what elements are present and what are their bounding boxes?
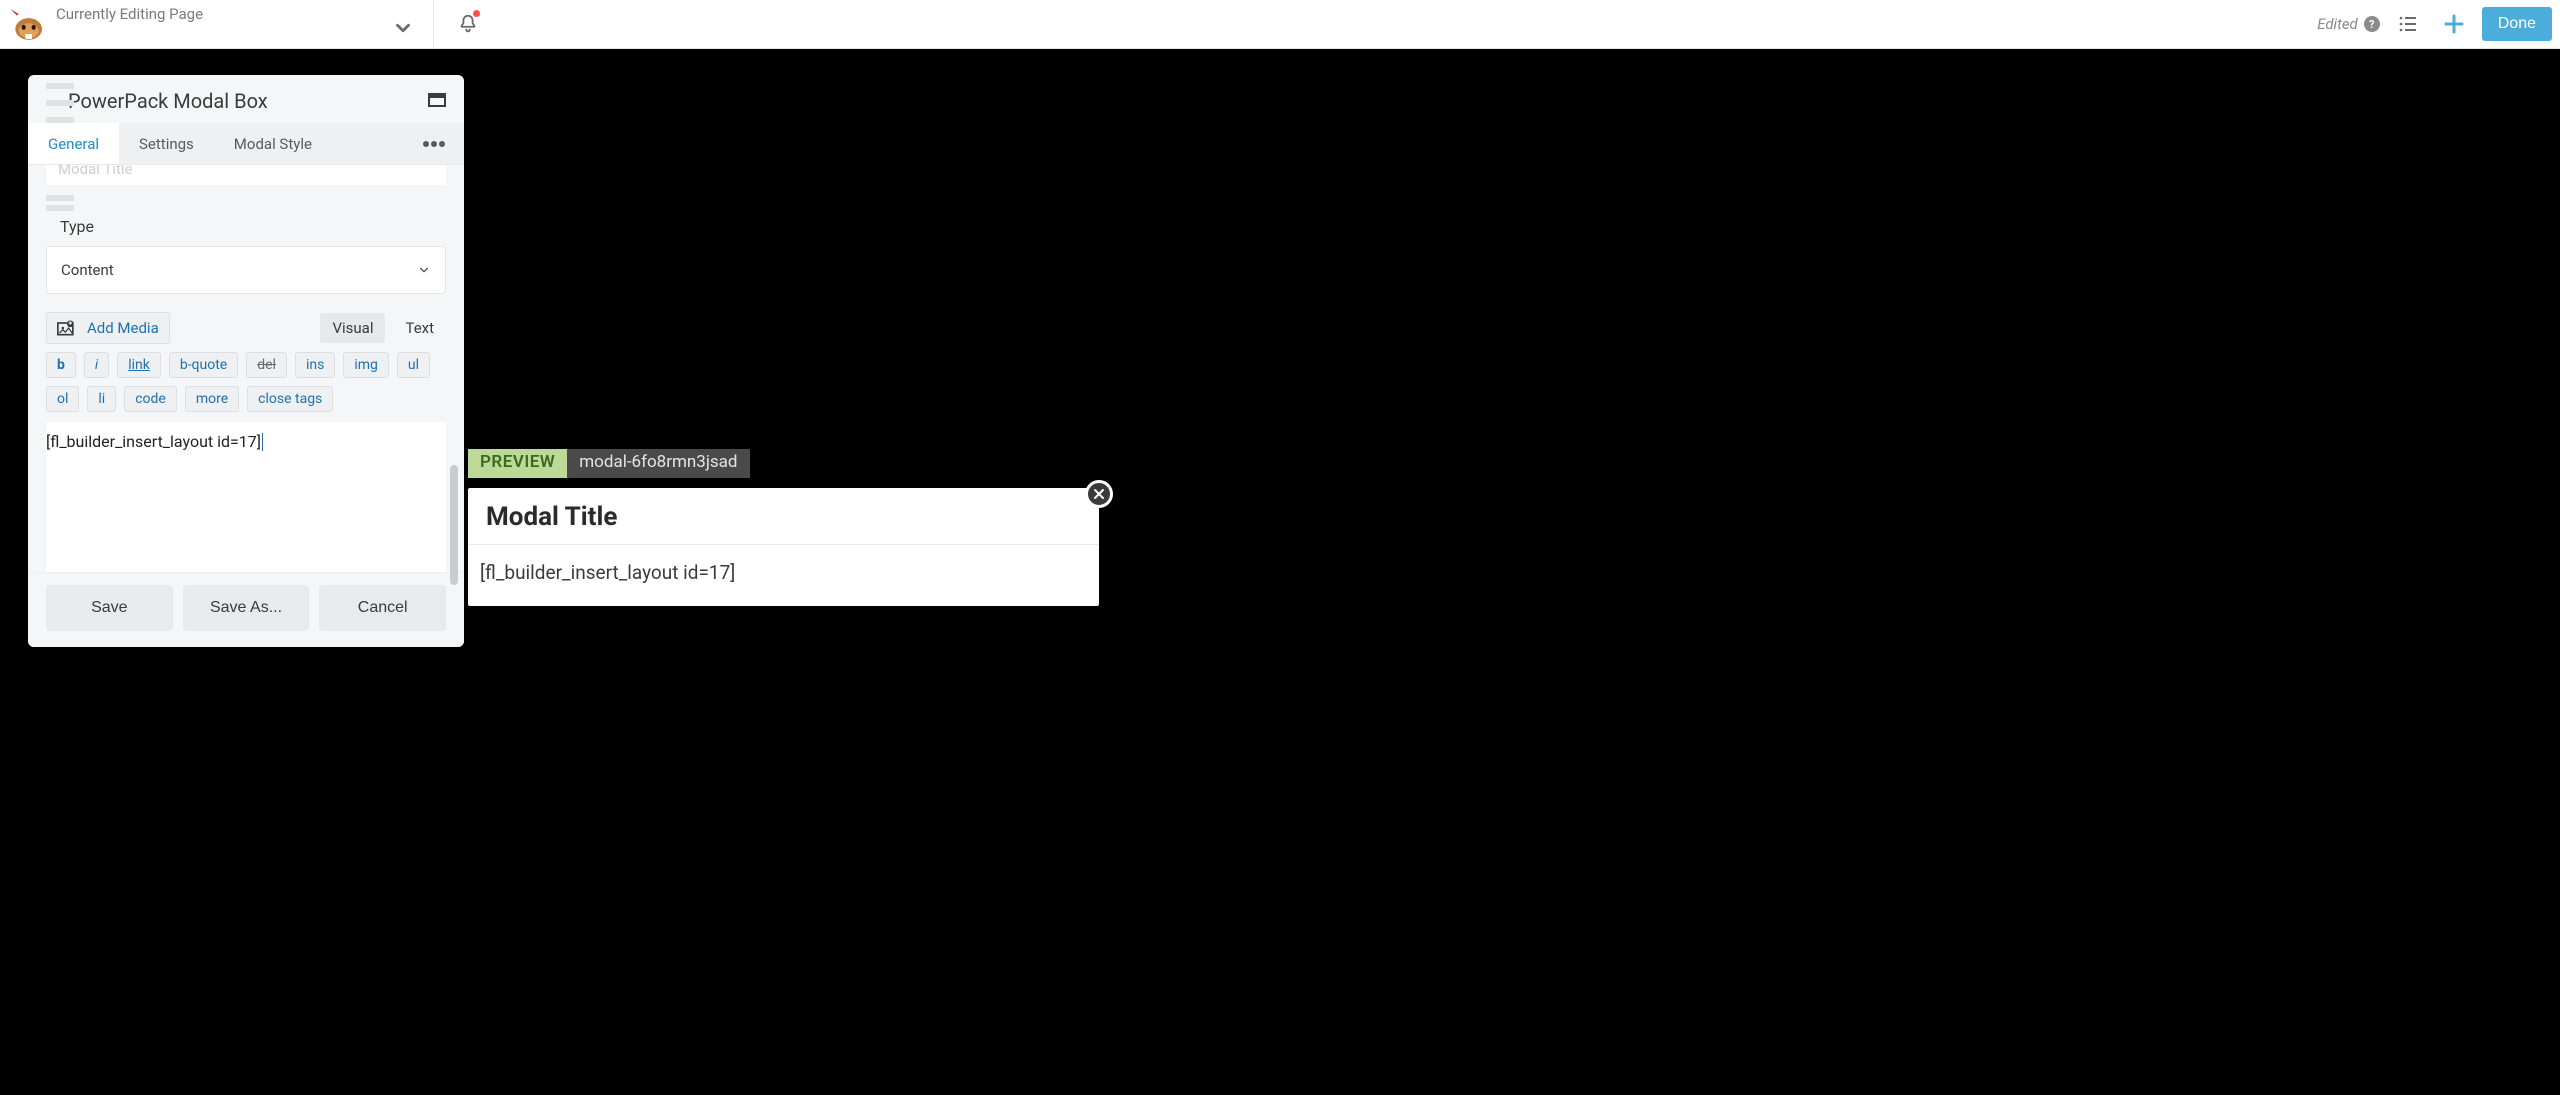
modal-close-button[interactable]: [1085, 480, 1113, 508]
qt-ul-button[interactable]: ul: [397, 352, 430, 378]
title-input-partial[interactable]: Modal Title: [46, 165, 446, 185]
add-media-button[interactable]: Add Media: [46, 312, 170, 344]
mode-text-button[interactable]: Text: [393, 313, 446, 343]
panel-scrollbar-thumb[interactable]: [450, 465, 458, 585]
modal-preview-header: Modal Title: [468, 488, 1099, 545]
close-icon: [1093, 488, 1105, 500]
topbar-left: Currently Editing Page: [0, 0, 488, 49]
qt-li-button[interactable]: li: [87, 386, 116, 412]
type-select-value: Content: [61, 261, 417, 279]
section-drag-handle[interactable]: [46, 195, 74, 211]
outline-button[interactable]: [2390, 6, 2426, 42]
modal-preview-body: [fl_builder_insert_layout id=17]: [468, 545, 1099, 606]
edited-status[interactable]: Edited ?: [2317, 15, 2380, 33]
content-editor[interactable]: [fl_builder_insert_layout id=17]: [46, 422, 446, 572]
quicktags-toolbar: b i link b-quote del ins img ul ol li co…: [46, 352, 446, 412]
add-content-button[interactable]: [2436, 6, 2472, 42]
page-dropdown-toggle[interactable]: [383, 8, 423, 48]
panel-tabs: General Settings Modal Style: [28, 123, 464, 165]
panel-footer: Save Save As... Cancel: [28, 572, 464, 647]
window-icon: [428, 93, 446, 107]
preview-badge: PREVIEW: [468, 449, 567, 478]
beaver-icon: [7, 4, 47, 44]
qt-italic-button[interactable]: i: [84, 352, 109, 378]
module-settings-panel: PowerPack Modal Box General Settings Mod…: [28, 75, 464, 647]
modal-preview: Modal Title [fl_builder_insert_layout id…: [468, 488, 1099, 606]
chevron-down-icon: [392, 17, 414, 39]
done-button[interactable]: Done: [2482, 7, 2552, 41]
qt-code-button[interactable]: code: [124, 386, 177, 412]
outline-icon: [2396, 12, 2420, 36]
qt-img-button[interactable]: img: [343, 352, 389, 378]
preview-modal-id: modal-6fo8rmn3jsad: [567, 449, 749, 478]
qt-link-button[interactable]: link: [117, 352, 161, 378]
type-section-label: Type: [60, 217, 464, 236]
ellipsis-icon: [422, 141, 446, 147]
topbar: Currently Editing Page Edited ? Done: [0, 0, 2560, 49]
qt-ins-button[interactable]: ins: [295, 352, 335, 378]
qt-closetags-button[interactable]: close tags: [247, 386, 333, 412]
tab-more-button[interactable]: [404, 123, 464, 164]
add-media-label: Add Media: [87, 319, 159, 337]
edited-label-text: Edited: [2317, 15, 2358, 33]
mode-visual-button[interactable]: Visual: [320, 313, 385, 343]
modal-preview-title: Modal Title: [486, 502, 1081, 532]
tab-general[interactable]: General: [28, 123, 119, 164]
editor-toolbar: Add Media Visual Text: [46, 312, 446, 344]
save-as-button[interactable]: Save As...: [183, 585, 310, 631]
plus-icon: [2442, 12, 2466, 36]
qt-ol-button[interactable]: ol: [46, 386, 79, 412]
editor-mode-switch: Visual Text: [320, 313, 446, 343]
qt-more-button[interactable]: more: [185, 386, 239, 412]
media-icon: [57, 319, 77, 337]
notifications-button[interactable]: [448, 4, 488, 44]
save-button[interactable]: Save: [46, 585, 173, 631]
tab-modal-style[interactable]: Modal Style: [214, 123, 332, 164]
beaver-logo[interactable]: [4, 2, 50, 46]
preview-label-strip: PREVIEW modal-6fo8rmn3jsad: [468, 449, 750, 478]
panel-expand-button[interactable]: [428, 92, 446, 111]
panel-body: Modal Title Type Content Add Media Visua…: [28, 165, 464, 572]
drag-handle-icon[interactable]: [46, 83, 74, 123]
qt-del-button[interactable]: del: [246, 352, 287, 378]
topbar-right: Edited ? Done: [2317, 6, 2560, 42]
help-icon: ?: [2364, 16, 2380, 32]
panel-title: PowerPack Modal Box: [68, 89, 268, 113]
panel-header[interactable]: PowerPack Modal Box: [28, 75, 464, 123]
type-select[interactable]: Content: [46, 246, 446, 294]
editor-content-text: [fl_builder_insert_layout id=17]: [46, 432, 261, 451]
page-title: Currently Editing Page: [56, 5, 203, 23]
text-caret: [262, 433, 263, 451]
chevron-down-icon: [417, 263, 431, 277]
tab-settings[interactable]: Settings: [119, 123, 214, 164]
title-input-placeholder: Modal Title: [58, 165, 132, 178]
topbar-divider: [433, 0, 434, 49]
qt-bquote-button[interactable]: b-quote: [169, 352, 238, 378]
cancel-button[interactable]: Cancel: [319, 585, 446, 631]
qt-bold-button[interactable]: b: [46, 352, 76, 378]
